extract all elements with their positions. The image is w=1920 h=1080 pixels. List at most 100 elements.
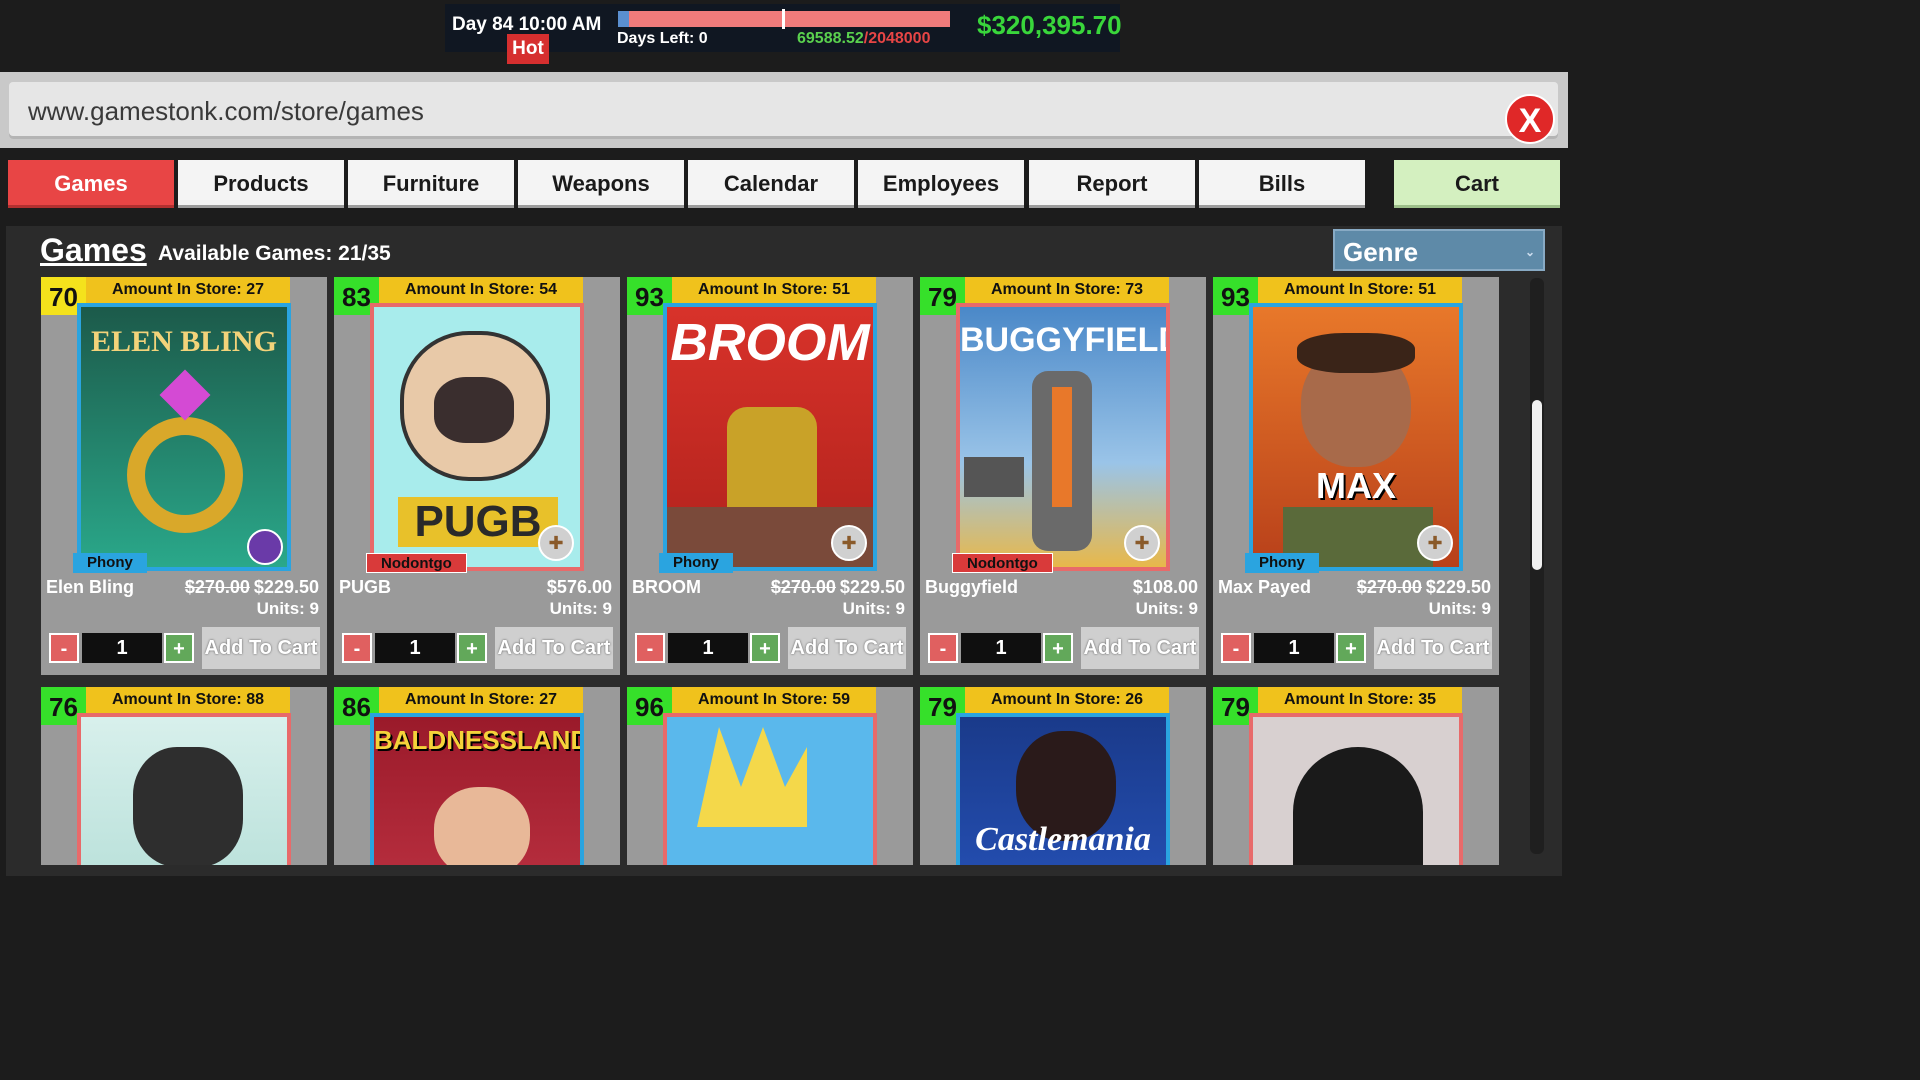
game-price: $270.00 $229.50	[771, 577, 905, 598]
current-price: $229.50	[253, 577, 319, 597]
scrollbar-thumb[interactable]	[1532, 400, 1542, 570]
game-cover: BUGGYFIELD ✚	[956, 303, 1170, 571]
tank-icon	[964, 457, 1024, 497]
browser-bar: www.gamestonk.com/store/games X	[0, 72, 1568, 148]
tab-furniture[interactable]: Furniture	[348, 160, 514, 208]
game-card: 93 Amount In Store: 51 MAX PAYED ✚ Phony…	[1213, 277, 1499, 675]
qty-input[interactable]: 1	[961, 633, 1041, 663]
amount-in-store: Amount In Store: 27	[379, 687, 583, 713]
qty-input[interactable]: 1	[82, 633, 162, 663]
tab-products[interactable]: Products	[178, 160, 344, 208]
pug-muzzle	[434, 377, 514, 443]
decrease-qty-button[interactable]: -	[342, 633, 372, 663]
increase-qty-button[interactable]: +	[457, 633, 487, 663]
game-price: $270.00 $229.50	[185, 577, 319, 598]
amount-in-store: Amount In Store: 35	[1258, 687, 1462, 713]
current-price: $108.00	[1132, 577, 1198, 597]
increase-qty-button[interactable]: +	[164, 633, 194, 663]
tab-games[interactable]: Games	[8, 160, 174, 208]
cover-title: Castlemania	[975, 821, 1151, 858]
progress-max: 2048000	[868, 30, 931, 47]
game-cover	[663, 713, 877, 865]
decrease-qty-button[interactable]: -	[49, 633, 79, 663]
units: Units: 9	[1135, 599, 1198, 618]
game-card: 96 Amount In Store: 59	[627, 687, 913, 865]
qty-input[interactable]: 1	[668, 633, 748, 663]
game-card: 79 Amount In Store: 26 Castlemania	[920, 687, 1206, 865]
weapon-icon: ✚	[1124, 525, 1160, 561]
days-left: Days Left: 0	[617, 30, 708, 47]
top-hud: Day 84 10:00 AM Hot Days Left: 0 69588.5…	[0, 0, 1568, 72]
game-cover: ELEN BLING	[77, 303, 291, 571]
url-bar[interactable]: www.gamestonk.com/store/games X	[9, 82, 1558, 144]
current-price: $229.50	[839, 577, 905, 597]
day-label: Day 84	[452, 14, 514, 35]
game-price: $108.00	[1133, 577, 1198, 598]
tab-calendar[interactable]: Calendar	[688, 160, 854, 208]
game-cover	[1249, 713, 1463, 865]
game-name: Max Payed	[1218, 577, 1312, 597]
add-to-cart-button[interactable]: Add To Cart	[495, 627, 613, 669]
cover-title: BROOM	[670, 314, 870, 372]
add-to-cart-button[interactable]: Add To Cart	[788, 627, 906, 669]
game-price: $576.00	[547, 577, 612, 598]
increase-qty-button[interactable]: +	[1336, 633, 1366, 663]
amount-in-store: Amount In Store: 51	[672, 277, 876, 303]
decrease-qty-button[interactable]: -	[635, 633, 665, 663]
scrollbar[interactable]	[1530, 278, 1544, 854]
weapon-icon: ✚	[1417, 525, 1453, 561]
cover-title: ELEN BLING	[91, 325, 277, 358]
add-to-cart-button[interactable]: Add To Cart	[1081, 627, 1199, 669]
genre-dropdown[interactable]: Genre ⌄	[1333, 229, 1545, 271]
day-time: Day 84 10:00 AM	[452, 14, 601, 36]
genre-label: Genre	[1343, 237, 1419, 267]
old-price: $270.00	[770, 577, 836, 597]
close-button[interactable]: X	[1505, 94, 1555, 144]
game-card: 83 Amount In Store: 54 PUGB ✚ Nodontgo P…	[334, 277, 620, 675]
add-to-cart-button[interactable]: Add To Cart	[202, 627, 320, 669]
old-price: $270.00	[184, 577, 250, 597]
game-cover: BROOM ✚	[663, 303, 877, 571]
progress-current: 69588.52	[797, 30, 864, 47]
amount-in-store: Amount In Store: 26	[965, 687, 1169, 713]
hair-figure	[1297, 333, 1415, 373]
weapon-icon: ✚	[831, 525, 867, 561]
tab-report[interactable]: Report	[1029, 160, 1195, 208]
page-title: Games	[40, 232, 147, 268]
amount-in-store: Amount In Store: 54	[379, 277, 583, 303]
game-card: 79 Amount In Store: 35	[1213, 687, 1499, 865]
goal-progress-fill	[618, 11, 630, 27]
add-to-cart-button[interactable]: Add To Cart	[1374, 627, 1492, 669]
games-panel: Games Available Games: 21/35 Genre ⌄ 70 …	[6, 226, 1562, 876]
game-card: 93 Amount In Store: 51 BROOM ✚ Phony BRO…	[627, 277, 913, 675]
increase-qty-button[interactable]: +	[1043, 633, 1073, 663]
publisher-badge: Nodontgo	[952, 553, 1053, 573]
units: Units: 9	[842, 599, 905, 618]
qty-input[interactable]: 1	[375, 633, 455, 663]
game-name: PUGB	[339, 577, 392, 597]
tab-bills[interactable]: Bills	[1199, 160, 1365, 208]
progress-marker	[782, 9, 785, 29]
amount-in-store: Amount In Store: 27	[86, 277, 290, 303]
current-price: $229.50	[1425, 577, 1491, 597]
decrease-qty-button[interactable]: -	[928, 633, 958, 663]
decrease-qty-button[interactable]: -	[1221, 633, 1251, 663]
game-price: $270.00 $229.50	[1357, 577, 1491, 598]
increase-qty-button[interactable]: +	[750, 633, 780, 663]
tab-employees[interactable]: Employees	[858, 160, 1024, 208]
old-price: $270.00	[1356, 577, 1422, 597]
cover-title: BALDNESSLANDS	[374, 725, 584, 755]
hooded-figure	[1293, 747, 1423, 865]
soldier-vest	[1052, 387, 1072, 507]
bald-figure	[434, 787, 530, 865]
ring-icon	[127, 417, 243, 533]
wizard-icon	[247, 529, 283, 565]
units: Units: 9	[1428, 599, 1491, 618]
qty-input[interactable]: 1	[1254, 633, 1334, 663]
tab-weapons[interactable]: Weapons	[518, 160, 684, 208]
cover-title: BUGGYFIELD	[960, 321, 1170, 359]
url-text: www.gamestonk.com/store/games	[28, 96, 424, 126]
amount-in-store: Amount In Store: 59	[672, 687, 876, 713]
game-cover: PUGB ✚	[370, 303, 584, 571]
tab-cart[interactable]: Cart	[1394, 160, 1560, 208]
